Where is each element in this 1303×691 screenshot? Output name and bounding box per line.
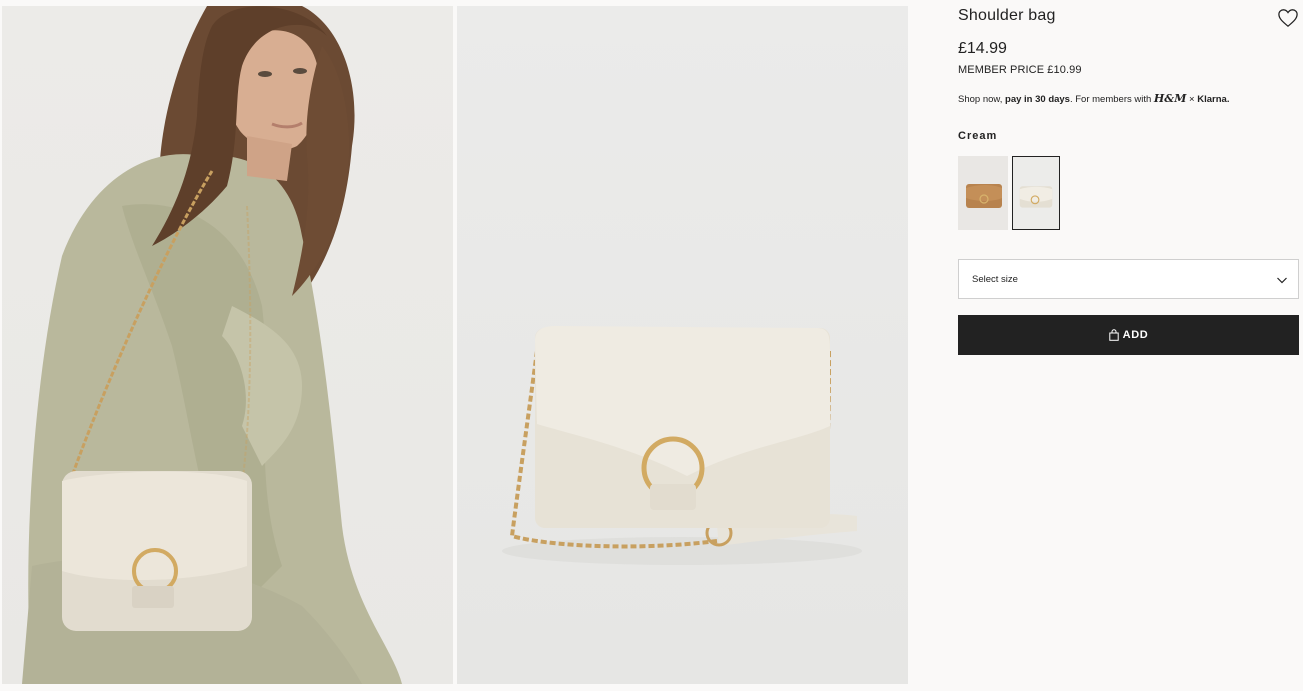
hm-logo: H&M: [1153, 92, 1187, 105]
chevron-down-icon: [1277, 277, 1287, 284]
add-button-label: ADD: [1122, 329, 1149, 341]
klarna-promo: Shop now, pay in 30 days. For members wi…: [958, 92, 1229, 105]
product-price: £14.99: [958, 40, 1007, 57]
product-info-panel: Shoulder bag £14.99 MEMBER PRICE £10.99 …: [958, 0, 1299, 691]
heart-outline-icon: [1278, 9, 1298, 28]
favorite-button[interactable]: [1277, 8, 1299, 28]
klarna-times: ×: [1186, 94, 1198, 105]
add-to-bag-button[interactable]: ADD: [958, 315, 1299, 355]
product-image-flat[interactable]: [457, 6, 908, 684]
klarna-bold: pay in 30 days: [1005, 94, 1070, 105]
size-select-placeholder: Select size: [972, 274, 1018, 285]
size-select[interactable]: Select size: [958, 259, 1299, 299]
member-price: MEMBER PRICE £10.99: [958, 64, 1082, 76]
product-image-model[interactable]: [2, 6, 453, 684]
swatch-cream-image: [1019, 186, 1053, 208]
bag-photo: [502, 326, 862, 565]
shopping-bag-icon: [1108, 329, 1119, 341]
swatch-cream[interactable]: [1012, 156, 1060, 230]
product-title: Shoulder bag: [958, 7, 1056, 24]
klarna-middle: . For members with: [1069, 94, 1154, 105]
swatch-brown-image: [966, 184, 1002, 208]
swatch-brown[interactable]: [958, 156, 1008, 230]
selected-color-label: Cream: [958, 130, 998, 142]
klarna-logo: Klarna.: [1197, 94, 1230, 105]
product-page: Shoulder bag £14.99 MEMBER PRICE £10.99 …: [0, 0, 1303, 691]
model-photo: [22, 6, 402, 684]
klarna-prefix: Shop now,: [958, 94, 1006, 105]
